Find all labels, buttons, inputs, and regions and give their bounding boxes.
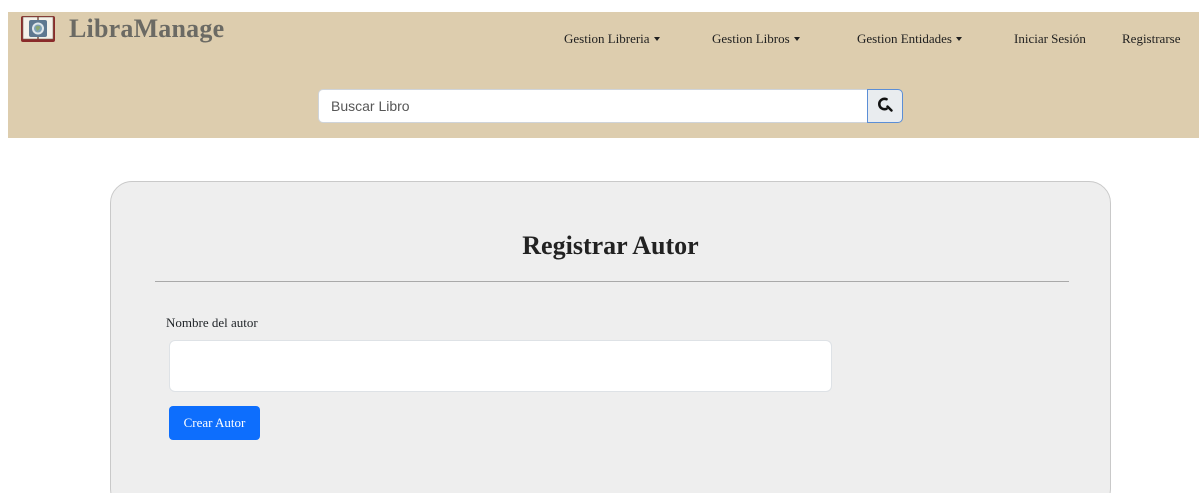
nav-gestion-libreria-label: Gestion Libreria bbox=[564, 31, 650, 46]
search-icon bbox=[875, 95, 895, 118]
nav-gestion-libros[interactable]: Gestion Libros bbox=[712, 31, 800, 47]
nav-registrarse-label: Registrarse bbox=[1122, 31, 1181, 46]
divider bbox=[155, 281, 1069, 282]
search-button[interactable] bbox=[867, 89, 903, 123]
register-author-card: Registrar Autor Nombre del autor Crear A… bbox=[110, 181, 1111, 493]
caret-down-icon bbox=[653, 37, 660, 41]
caret-down-icon bbox=[955, 37, 962, 41]
brand-name: LibraManage bbox=[69, 14, 225, 43]
nav-iniciar-sesion-label: Iniciar Sesión bbox=[1014, 31, 1086, 46]
nav-registrarse[interactable]: Registrarse bbox=[1122, 31, 1180, 47]
caret-down-icon bbox=[793, 37, 800, 41]
create-author-button[interactable]: Crear Autor bbox=[169, 406, 260, 440]
author-name-label: Nombre del autor bbox=[166, 315, 258, 330]
nav-gestion-libros-label: Gestion Libros bbox=[712, 31, 790, 46]
nav-iniciar-sesion[interactable]: Iniciar Sesión bbox=[1014, 31, 1086, 47]
nav-gestion-libreria[interactable]: Gestion Libreria bbox=[564, 31, 660, 47]
page-title: Registrar Autor bbox=[522, 231, 699, 260]
nav-gestion-entidades[interactable]: Gestion Entidades bbox=[857, 31, 962, 47]
author-name-input[interactable] bbox=[169, 340, 832, 392]
brand[interactable]: LibraManage bbox=[20, 14, 224, 44]
open-book-globe-icon bbox=[20, 14, 56, 44]
search-input[interactable] bbox=[318, 89, 867, 123]
navbar: LibraManage Gestion Libreria Gestion Lib… bbox=[8, 12, 1199, 138]
nav-gestion-entidades-label: Gestion Entidades bbox=[857, 31, 952, 46]
